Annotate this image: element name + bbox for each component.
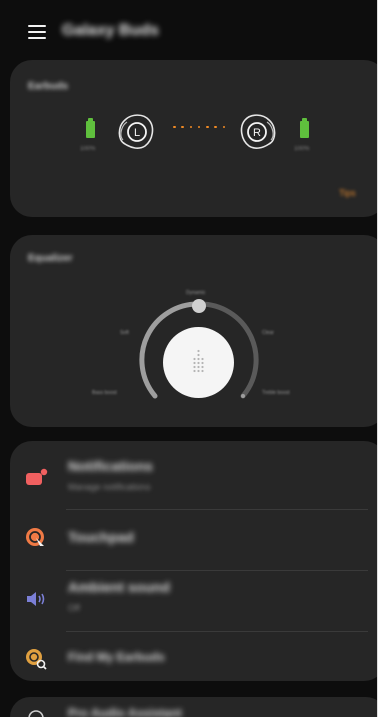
left-battery-icon — [86, 118, 95, 138]
bottom-card-icon — [28, 710, 44, 717]
menu-icon-line — [28, 31, 46, 33]
list-item-touchpad[interactable]: Touchpad — [10, 510, 368, 570]
equalizer-handle[interactable] — [192, 299, 206, 313]
pro-audio-card[interactable] — [10, 697, 377, 717]
notifications-subtitle: Manage notifications — [68, 482, 151, 492]
list-item-ambient-sound[interactable]: Ambient sound Off — [10, 571, 368, 631]
left-earbud-icon: L — [118, 114, 154, 149]
list-item-notifications[interactable]: Notifications Manage notifications — [10, 448, 368, 508]
right-earbud-label: R — [253, 127, 261, 139]
connection-dots — [173, 124, 225, 130]
bottom-card-title: Pro Audio Assistant — [68, 706, 182, 717]
notifications-title: Notifications — [68, 458, 153, 474]
eq-preset-left-upper: Soft — [120, 330, 129, 336]
screen: Galaxy Buds Earbuds 100% L R 100% Tips E… — [0, 0, 378, 717]
equalizer-knob[interactable] — [163, 327, 234, 398]
equalizer-dots-icon — [193, 349, 204, 373]
menu-button[interactable] — [28, 25, 46, 39]
eq-preset-right-lower: Treble boost — [262, 390, 290, 396]
app-title: Galaxy Buds — [62, 22, 159, 39]
ambient-sound-icon — [27, 592, 45, 606]
eq-preset-right-upper: Clear — [262, 330, 274, 336]
touchpad-icon — [26, 528, 44, 546]
ambient-sound-title: Ambient sound — [68, 579, 170, 595]
ambient-sound-subtitle: Off — [68, 603, 80, 613]
menu-icon-line — [28, 25, 46, 27]
right-battery-text: 100% — [294, 146, 310, 152]
find-my-earbuds-title: Find My Earbuds — [68, 650, 165, 664]
left-battery-text: 100% — [80, 146, 96, 152]
equalizer-section-label: Equalizer — [28, 253, 73, 264]
eq-preset-left-lower: Bass boost — [92, 390, 117, 396]
touchpad-title: Touchpad — [68, 529, 134, 545]
app-bar: Galaxy Buds — [0, 0, 377, 62]
list-item-find-my-earbuds[interactable]: Find My Earbuds — [10, 631, 368, 691]
menu-icon-line — [28, 37, 46, 39]
earbuds-section-label: Earbuds — [28, 81, 69, 92]
notifications-icon — [26, 468, 48, 485]
find-earbuds-icon — [26, 649, 47, 670]
left-earbud-label: L — [134, 127, 140, 139]
right-battery-icon — [300, 118, 309, 138]
right-earbud-icon: R — [240, 114, 276, 149]
eq-preset-top: Dynamic — [186, 290, 206, 296]
tips-link[interactable]: Tips — [339, 188, 356, 198]
